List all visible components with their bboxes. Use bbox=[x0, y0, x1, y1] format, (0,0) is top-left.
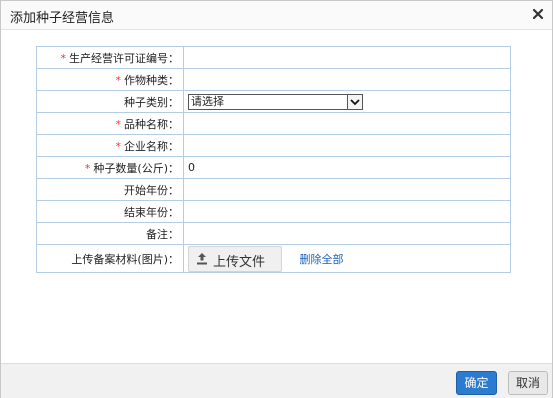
close-icon[interactable] bbox=[531, 7, 545, 21]
remarks-field[interactable] bbox=[183, 222, 511, 245]
dialog-title: 添加种子经营信息 bbox=[10, 11, 115, 26]
confirm-button[interactable]: 确定 bbox=[456, 371, 497, 395]
field-label-variety-name: 品种名称： bbox=[124, 117, 179, 131]
form-row-end-year: 结束年份： bbox=[36, 200, 511, 223]
dialog-footer: 确定 取消 bbox=[1, 363, 552, 398]
form-row-remarks: 备注： bbox=[36, 222, 511, 245]
end-year-field[interactable] bbox=[183, 200, 511, 223]
field-label-start-year: 开始年份： bbox=[124, 183, 179, 197]
seed-quantity-field[interactable]: 0 bbox=[183, 156, 511, 179]
field-label-crop-type: 作物种类： bbox=[124, 73, 179, 87]
dialog-body: * 生产经营许可证编号： * 作物种类： 种子类别： 请选择 * 品种名称： *… bbox=[1, 30, 552, 363]
field-label-company-name: 企业名称： bbox=[124, 139, 179, 153]
delete-all-link[interactable]: 删除全部 bbox=[300, 251, 344, 267]
form-row-start-year: 开始年份： bbox=[36, 178, 511, 201]
seed-category-select[interactable]: 请选择 bbox=[188, 93, 363, 110]
cancel-button[interactable]: 取消 bbox=[508, 371, 548, 395]
required-mark: * bbox=[115, 73, 122, 87]
form-row-license-no: * 生产经营许可证编号： bbox=[36, 46, 511, 69]
required-mark: * bbox=[84, 161, 91, 175]
upload-file-label: 上传文件 bbox=[213, 255, 266, 270]
crop-type-field[interactable] bbox=[183, 68, 511, 91]
start-year-field[interactable] bbox=[183, 178, 511, 201]
dialog: 添加种子经营信息 *生产经营许可证编号： *作物种类： 种子类别： 请选择 bbox=[0, 0, 553, 398]
variety-name-field[interactable] bbox=[183, 112, 511, 135]
field-label-seed-category: 种子类别： bbox=[124, 95, 179, 109]
form-row-seed-category: 种子类别： 请选择 bbox=[36, 90, 511, 113]
form-row-upload: 上传备案材料(图片)： 上传文件 删除全部 bbox=[36, 244, 511, 273]
field-label-end-year: 结束年份： bbox=[124, 205, 179, 219]
form-row-variety-name: * 品种名称： bbox=[36, 112, 511, 135]
chevron-down-icon[interactable] bbox=[347, 94, 362, 109]
field-label-remarks: 备注： bbox=[146, 227, 179, 241]
field-label-license-no: 生产经营许可证编号： bbox=[69, 51, 179, 65]
upload-icon bbox=[197, 253, 207, 265]
license-no-field[interactable] bbox=[183, 46, 511, 69]
required-mark: * bbox=[60, 51, 67, 65]
company-name-field[interactable] bbox=[183, 134, 511, 157]
field-label-upload: 上传备案材料(图片)： bbox=[71, 252, 179, 266]
upload-file-button[interactable]: 上传文件 bbox=[188, 246, 282, 272]
field-label-seed-quantity: 种子数量(公斤)： bbox=[93, 161, 179, 175]
required-mark: * bbox=[115, 139, 122, 153]
dialog-titlebar: 添加种子经营信息 bbox=[1, 1, 552, 30]
required-mark: * bbox=[115, 117, 122, 131]
form-row-crop-type: * 作物种类： bbox=[36, 68, 511, 91]
seed-info-form: * 生产经营许可证编号： * 作物种类： 种子类别： 请选择 * 品种名称： *… bbox=[36, 46, 511, 273]
seed-category-selected: 请选择 bbox=[191, 94, 224, 108]
form-row-company-name: * 企业名称： bbox=[36, 134, 511, 157]
form-row-seed-quantity: * 种子数量(公斤)： 0 bbox=[36, 156, 511, 179]
